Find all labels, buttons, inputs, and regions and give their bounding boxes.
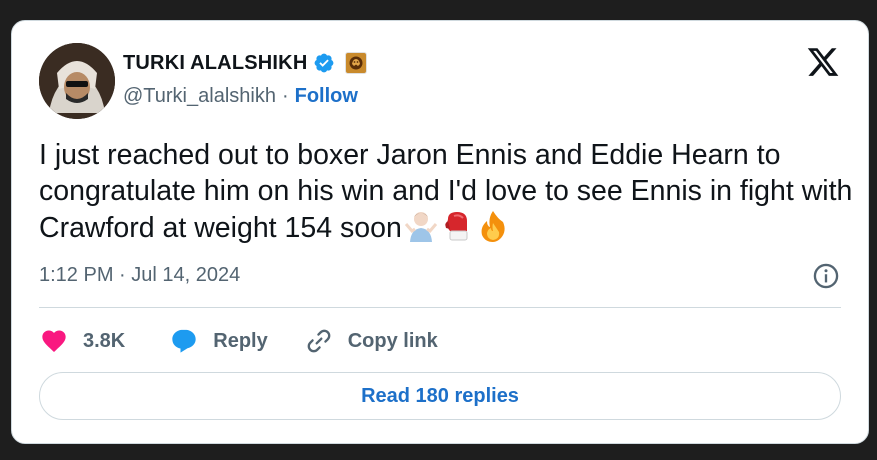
tweet-text: I just reached out to boxer Jaron Ennis … <box>39 137 854 246</box>
link-icon <box>307 329 331 353</box>
boxing-glove-emoji <box>440 209 474 243</box>
reply-button[interactable]: Reply <box>169 327 268 355</box>
tweet-card: TURKI ALALSHIKH @Turki_alalshikh · Follo… <box>11 20 869 444</box>
follow-button[interactable]: Follow <box>295 85 358 108</box>
affiliate-badge-icon[interactable] <box>345 52 368 74</box>
verified-badge-icon <box>313 52 335 74</box>
like-count: 3.8K <box>83 329 126 352</box>
tweet-timestamp[interactable]: 1:12 PM · Jul 14, 2024 <box>39 264 240 287</box>
handle-row: @Turki_alalshikh · Follow <box>123 85 358 108</box>
read-replies-button[interactable]: Read 180 replies <box>39 372 841 420</box>
like-button[interactable]: 3.8K <box>39 327 125 355</box>
avatar[interactable] <box>39 43 115 119</box>
author-name-row: TURKI ALALSHIKH <box>123 49 368 77</box>
copy-link-button[interactable]: Copy link <box>304 327 438 355</box>
reply-bubble-icon <box>172 329 196 353</box>
fire-emoji <box>476 209 510 243</box>
person-shrugging-emoji <box>404 209 438 243</box>
info-icon[interactable] <box>812 262 840 290</box>
x-logo-icon[interactable] <box>806 45 840 79</box>
copy-link-label: Copy link <box>347 329 438 352</box>
separator-dot: · <box>281 85 289 107</box>
author-handle[interactable]: @Turki_alalshikh <box>123 85 276 108</box>
author-name[interactable]: TURKI ALALSHIKH <box>123 52 307 75</box>
divider <box>39 307 841 308</box>
heart-icon <box>42 330 66 352</box>
reply-label: Reply <box>213 329 268 352</box>
action-bar: 3.8K Reply Copy link <box>39 325 438 357</box>
